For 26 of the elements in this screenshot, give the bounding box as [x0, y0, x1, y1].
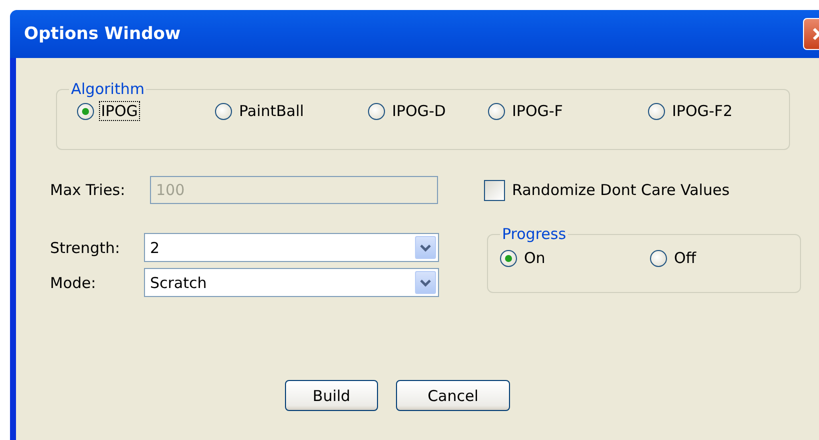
build-button[interactable]: Build: [285, 380, 378, 411]
radio-label[interactable]: Off: [673, 249, 698, 267]
checkbox[interactable]: [484, 180, 505, 200]
radio-label[interactable]: PaintBall: [238, 102, 305, 120]
radio-button[interactable]: [215, 102, 232, 120]
group-title: Algorithm: [70, 80, 146, 98]
radio-button[interactable]: [77, 102, 94, 120]
radio-label[interactable]: IPOG-F: [511, 102, 564, 120]
dropdown[interactable]: Scratch: [144, 268, 439, 297]
window-title: Options Window: [24, 24, 181, 44]
radio-label[interactable]: IPOG-D: [391, 102, 447, 120]
radio-button[interactable]: [488, 102, 505, 120]
radio-button[interactable]: [648, 102, 665, 120]
dropdown[interactable]: 2: [144, 233, 439, 262]
field-label: Strength:: [50, 238, 121, 256]
field-label: Max Tries:: [50, 181, 126, 199]
radio-button[interactable]: [500, 250, 517, 266]
group-title: Progress: [501, 225, 568, 243]
radio-label[interactable]: IPOG-F2: [671, 102, 734, 120]
cancel-button[interactable]: Cancel: [396, 380, 510, 411]
checkbox-label[interactable]: Randomize Dont Care Values: [512, 181, 730, 199]
field-label: Mode:: [50, 274, 97, 292]
radio-button[interactable]: [650, 250, 667, 266]
radio-button[interactable]: [368, 102, 385, 120]
radio-label[interactable]: On: [523, 249, 546, 267]
radio-label[interactable]: IPOG: [100, 102, 139, 120]
